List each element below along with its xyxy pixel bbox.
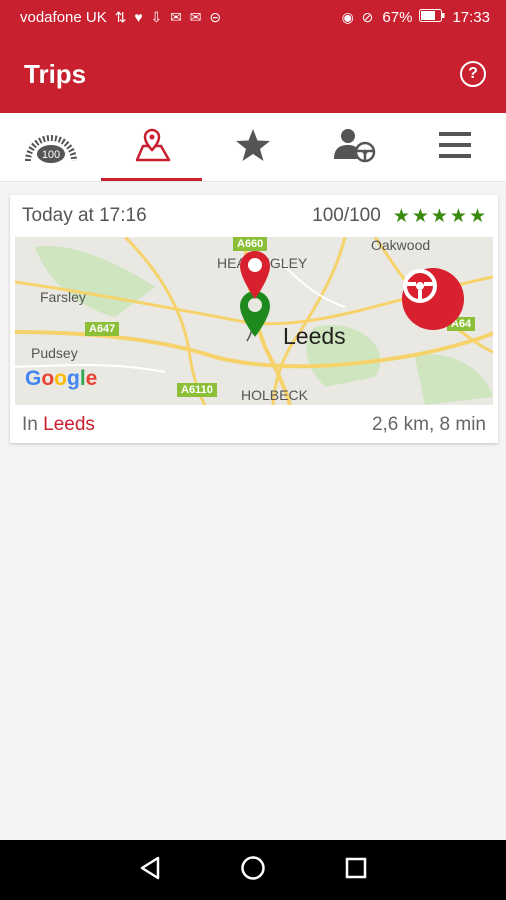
map-label-pudsey: Pudsey xyxy=(31,345,78,361)
menu-icon xyxy=(438,131,472,164)
map-label-farsley: Farsley xyxy=(40,289,86,305)
tab-score[interactable]: 100 xyxy=(0,113,101,181)
battery-icon xyxy=(419,9,445,26)
system-nav-bar xyxy=(0,840,506,900)
road-a6110: A6110 xyxy=(177,383,217,397)
map-label-holbeck: HOLBECK xyxy=(241,387,308,403)
map-label-oakwood: Oakwood xyxy=(371,237,431,253)
steering-wheel-button[interactable] xyxy=(402,268,464,330)
tab-profile[interactable] xyxy=(304,113,405,181)
score-gauge-icon: 100 xyxy=(24,127,78,168)
score-badge-text: 100 xyxy=(41,149,59,161)
back-icon[interactable] xyxy=(139,856,161,885)
trip-time: Today at 17:16 xyxy=(22,205,147,226)
home-icon[interactable] xyxy=(240,855,266,886)
recents-icon[interactable] xyxy=(345,857,367,884)
notification-icons: ⇅ ♥ ⇩ ✉ ✉ ⊝ xyxy=(114,9,224,25)
carrier-name: vodafone UK xyxy=(20,9,107,26)
system-icons: ◉ ⊘ xyxy=(341,9,376,25)
page-title: Trips xyxy=(24,58,87,89)
help-icon[interactable]: ? xyxy=(460,61,486,87)
battery-level: 67% xyxy=(382,9,413,26)
trip-location: In Leeds xyxy=(22,414,95,436)
map-pin-icon xyxy=(129,126,175,169)
location-city: Leeds xyxy=(43,414,95,435)
map-label-city: Leeds xyxy=(283,323,346,349)
tab-bar: 100 xyxy=(0,113,506,182)
trip-score: 100/100 xyxy=(312,205,381,226)
google-logo: Google xyxy=(25,367,98,390)
road-a647: A647 xyxy=(85,322,120,336)
location-prefix: In xyxy=(22,414,44,435)
trip-stats: 2,6 km, 8 min xyxy=(371,414,486,435)
end-pin-icon xyxy=(240,251,270,299)
trip-stars: ★★★★★ xyxy=(392,205,488,227)
app-bar: Trips ? xyxy=(0,35,506,113)
trip-card-footer: In Leeds 2,6 km, 8 min xyxy=(10,407,498,443)
trip-card[interactable]: Today at 17:16 100/100 ★★★★★ HEADINGLEY … xyxy=(10,195,498,443)
tab-menu[interactable] xyxy=(405,113,506,181)
tab-trips[interactable] xyxy=(101,113,203,181)
status-bar: vodafone UK ⇅ ♥ ⇩ ✉ ✉ ⊝ ◉ ⊘ 67% 17:33 xyxy=(0,0,506,35)
star-icon xyxy=(235,128,271,167)
trip-card-header: Today at 17:16 100/100 ★★★★★ xyxy=(10,195,498,237)
driver-profile-icon xyxy=(332,127,376,168)
clock: 17:33 xyxy=(452,9,490,26)
tab-favorites[interactable] xyxy=(202,113,303,181)
trip-map[interactable]: HEADINGLEY Oakwood Farsley Pudsey HOLBEC… xyxy=(15,237,493,405)
